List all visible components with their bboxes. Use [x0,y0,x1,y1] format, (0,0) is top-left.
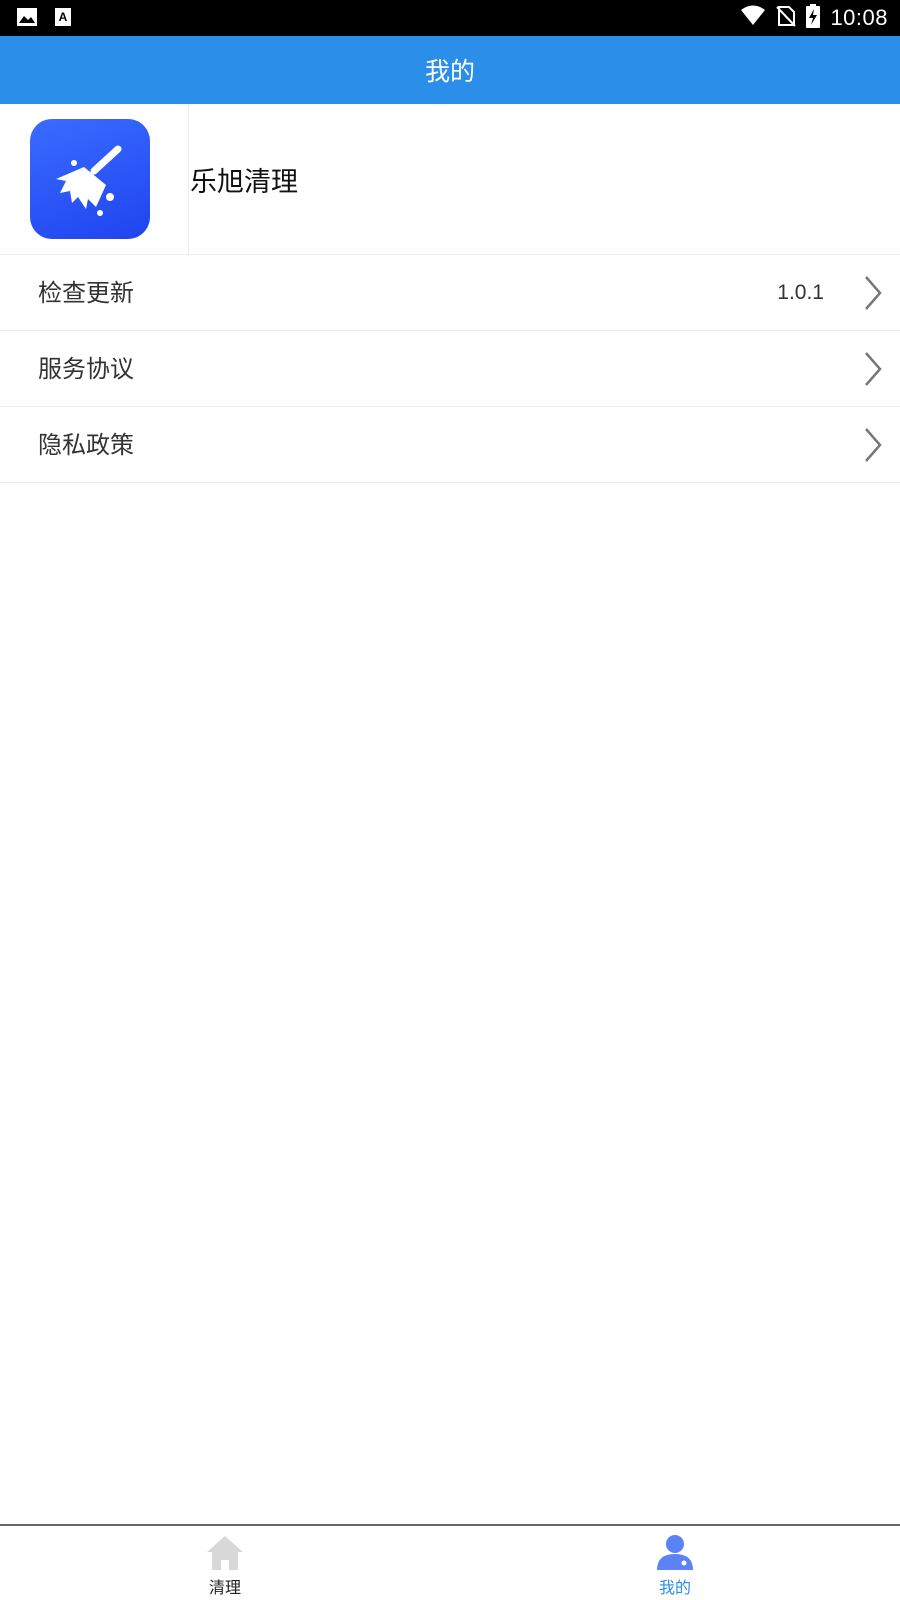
tab-mine[interactable]: 我的 [450,1526,900,1600]
no-sim-icon [776,5,797,31]
text-a-icon: A [54,6,72,32]
app-name: 乐旭清理 [190,167,298,198]
battery-charging-icon [806,4,821,32]
app-logo [30,119,150,239]
broom-icon [56,145,122,216]
menu-item-label: 隐私政策 [38,431,134,459]
profile-header: 乐旭清理 [0,104,900,255]
chevron-right-icon [865,352,882,386]
status-bar-notifications: A [16,6,72,32]
status-time: 10:08 [830,5,888,30]
version-value: 1.0.1 [777,281,824,304]
chevron-right-icon [865,428,882,462]
bottom-nav: 清理 我的 [0,1524,900,1600]
profile-divider [188,104,189,255]
menu-item-label: 服务协议 [38,355,134,383]
status-bar: A 10:08 [0,0,900,36]
app-bar: 我的 [0,36,900,104]
svg-text:A: A [59,10,68,24]
tab-label: 清理 [208,1578,241,1597]
menu-item-check-update[interactable]: 检查更新 1.0.1 [0,255,900,331]
tab-label: 我的 [658,1578,691,1597]
wifi-icon [740,5,766,31]
status-bar-system: 10:08 [740,0,888,36]
menu-item-label: 检查更新 [38,279,134,307]
person-icon [657,1535,693,1570]
image-icon [16,6,38,32]
page-title: 我的 [424,57,475,86]
menu-item-service-agreement[interactable]: 服务协议 [0,331,900,407]
chevron-right-icon [865,276,882,310]
menu-item-privacy-policy[interactable]: 隐私政策 [0,407,900,483]
home-icon [207,1536,243,1570]
tab-clean[interactable]: 清理 [0,1526,450,1600]
